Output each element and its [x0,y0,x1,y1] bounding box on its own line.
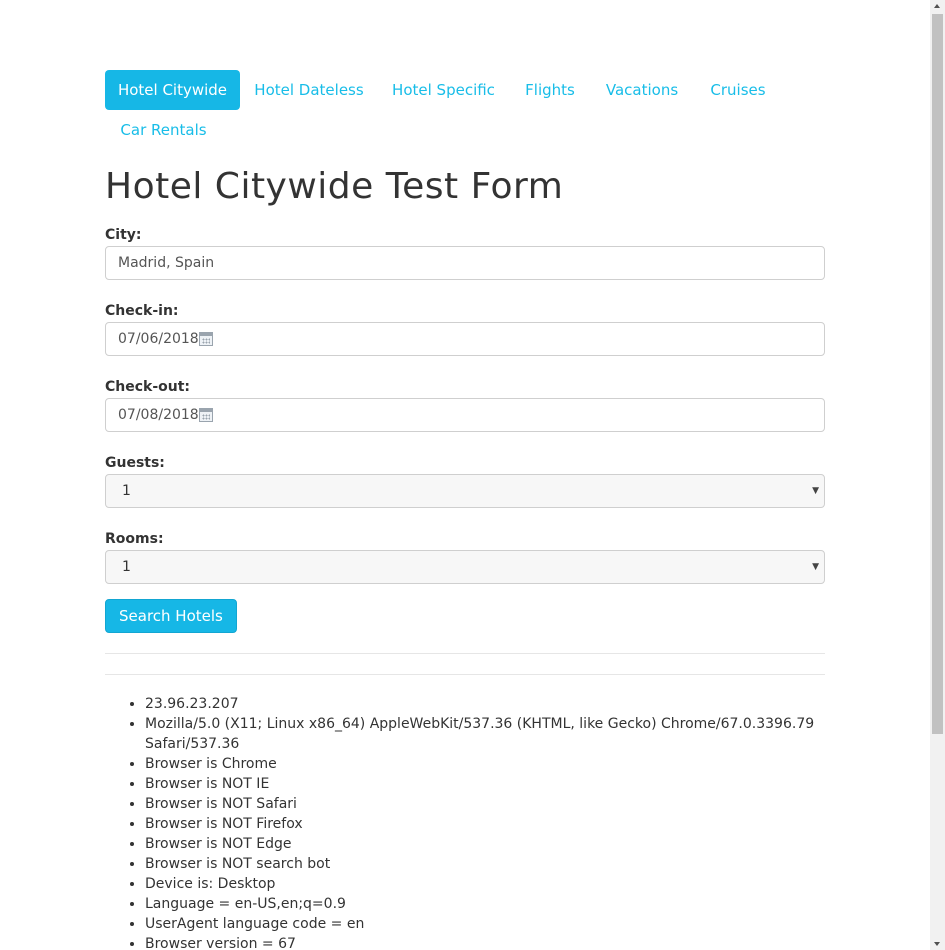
scroll-down-icon[interactable] [934,942,940,946]
checkin-value: 07/06/2018 [118,331,199,347]
tab-hotel-dateless[interactable]: Hotel Dateless [242,70,376,110]
checkout-value: 07/08/2018 [118,407,199,423]
guests-label: Guests: [105,455,165,471]
calendar-icon[interactable] [199,408,213,422]
chevron-down-icon: ▼ [812,562,819,572]
divider [105,674,825,675]
checkin-label: Check-in: [105,303,179,319]
list-item: Browser version = 67 [145,934,825,950]
city-label: City: [105,227,142,243]
page-title: Hotel Citywide Test Form [105,166,564,207]
page: Hotel Citywide Hotel Dateless Hotel Spec… [0,0,945,950]
rooms-label: Rooms: [105,531,164,547]
tab-vacations[interactable]: Vacations [591,70,693,110]
vertical-scrollbar[interactable] [930,0,945,950]
browser-info-list: 23.96.23.207 Mozilla/5.0 (X11; Linux x86… [105,694,825,950]
list-item: Browser is NOT Safari [145,794,825,814]
checkout-field[interactable]: 07/08/2018 [105,398,825,432]
tab-car-rentals[interactable]: Car Rentals [105,110,222,150]
list-item: Browser is NOT IE [145,774,825,794]
nav-tabs: Hotel Citywide Hotel Dateless Hotel Spec… [105,70,825,150]
search-hotels-button[interactable]: Search Hotels [105,599,237,633]
calendar-icon[interactable] [199,332,213,346]
city-value: Madrid, Spain [118,255,215,271]
tab-hotel-citywide[interactable]: Hotel Citywide [105,70,240,110]
list-item: Browser is NOT search bot [145,854,825,874]
list-item: Mozilla/5.0 (X11; Linux x86_64) AppleWeb… [145,714,825,754]
scrollbar-thumb[interactable] [932,14,943,734]
list-item: Browser is Chrome [145,754,825,774]
checkout-label: Check-out: [105,379,191,395]
scroll-up-icon[interactable] [934,4,940,8]
checkin-field[interactable]: 07/06/2018 [105,322,825,356]
tab-hotel-specific[interactable]: Hotel Specific [378,70,509,110]
rooms-value: 1 [122,559,131,575]
city-field[interactable]: Madrid, Spain [105,246,825,280]
list-item: Language = en-US,en;q=0.9 [145,894,825,914]
tab-cruises[interactable]: Cruises [695,70,781,110]
list-item: 23.96.23.207 [145,694,825,714]
tab-flights[interactable]: Flights [511,70,589,110]
rooms-select[interactable]: 1 ▼ [105,550,825,584]
divider [105,653,825,654]
guests-value: 1 [122,483,131,499]
guests-select[interactable]: 1 ▼ [105,474,825,508]
chevron-down-icon: ▼ [812,486,819,496]
list-item: Browser is NOT Edge [145,834,825,854]
list-item: Device is: Desktop [145,874,825,894]
list-item: UserAgent language code = en [145,914,825,934]
list-item: Browser is NOT Firefox [145,814,825,834]
